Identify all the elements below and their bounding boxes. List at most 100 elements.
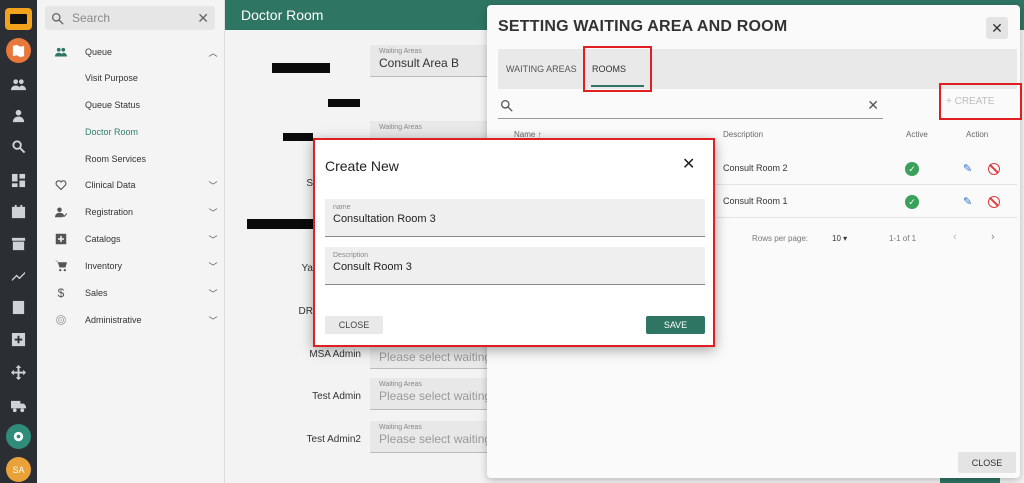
- sidebar-item-label: Sales: [85, 288, 108, 298]
- close-button[interactable]: CLOSE: [958, 452, 1016, 473]
- rows-per-page-select[interactable]: 10 ▾: [832, 234, 847, 243]
- disable-icon[interactable]: [988, 196, 1000, 208]
- trend-icon[interactable]: [6, 263, 31, 288]
- field-label: Test Admin2: [306, 434, 361, 445]
- sidebar-item-label: Registration: [85, 207, 134, 217]
- field-caption: Description: [333, 252, 369, 259]
- sidebar-item-label: Inventory: [85, 261, 123, 271]
- sidebar-subitem-room-services[interactable]: Room Services: [85, 149, 146, 169]
- redacted-label: [247, 219, 317, 229]
- calendar-icon[interactable]: [6, 199, 31, 224]
- settings-gear-icon[interactable]: [6, 424, 31, 449]
- nav-search-input[interactable]: Search: [72, 11, 197, 25]
- prev-page-icon[interactable]: ‹: [953, 231, 957, 243]
- people-icon: [37, 46, 85, 58]
- chevron-down-icon: ﹀: [208, 315, 218, 326]
- sidebar-item-administrative[interactable]: Administrative ﹀: [37, 309, 225, 331]
- sidebar-item-label: Administrative: [85, 315, 142, 325]
- icon-rail: SA: [0, 0, 37, 483]
- people-icon[interactable]: [6, 72, 31, 97]
- disable-icon[interactable]: [988, 163, 1000, 175]
- search-icon: [500, 99, 513, 112]
- highlight-box-rooms-tab: [583, 46, 652, 92]
- chevron-up-icon: ︿: [208, 47, 218, 58]
- edit-icon[interactable]: ✎: [963, 162, 972, 175]
- sidebar-item-clinical-data[interactable]: Clinical Data ﹀: [37, 174, 225, 196]
- close-icon[interactable]: ✕: [986, 17, 1008, 39]
- dollar-icon: $: [57, 286, 65, 300]
- description-field[interactable]: Description Consult Room 3: [325, 247, 705, 285]
- chevron-down-icon: ﹀: [208, 261, 218, 272]
- search-icon: [51, 12, 64, 25]
- avatar[interactable]: SA: [6, 457, 31, 482]
- pagination-range: 1-1 of 1: [889, 234, 917, 243]
- person-check-icon: [37, 206, 85, 218]
- dialog-title: SETTING WAITING AREA AND ROOM: [498, 18, 788, 35]
- move-icon[interactable]: [6, 360, 31, 385]
- chevron-down-icon: ﹀: [208, 180, 218, 191]
- sidebar-item-label: Catalogs: [85, 234, 121, 244]
- room-description: Consult Room 2: [723, 163, 788, 173]
- field-label: S: [306, 178, 313, 189]
- next-page-icon[interactable]: ›: [991, 231, 995, 243]
- plus-box-icon: [37, 233, 85, 245]
- active-check-icon: ✓: [905, 162, 919, 176]
- app-logo[interactable]: [5, 8, 32, 30]
- redacted-label: [272, 63, 330, 73]
- redacted-label: [328, 99, 360, 107]
- fingerprint-icon: [37, 314, 85, 326]
- active-check-icon: ✓: [905, 195, 919, 209]
- sidebar-subitem-doctor-room[interactable]: Doctor Room: [85, 122, 138, 142]
- column-header-action: Action: [966, 130, 989, 139]
- field-caption: name: [333, 204, 351, 211]
- store-icon[interactable]: [6, 231, 31, 256]
- sidebar-item-inventory[interactable]: Inventory ﹀: [37, 255, 225, 277]
- redacted-label: [283, 133, 313, 141]
- document-icon[interactable]: [6, 295, 31, 320]
- cancel-button[interactable]: CLOSE: [325, 316, 383, 334]
- heart-icon: [37, 179, 85, 191]
- field-label: Ya: [301, 263, 314, 274]
- field-value: Consult Room 3: [333, 261, 412, 273]
- clear-icon[interactable]: ✕: [197, 10, 209, 27]
- person-icon[interactable]: [6, 103, 31, 128]
- dropdown-icon: ▾: [843, 234, 848, 243]
- sidebar-item-queue[interactable]: Queue ︿: [37, 41, 225, 63]
- sidebar-item-label: Queue: [85, 47, 113, 57]
- field-label: DR: [298, 306, 313, 317]
- modal-title: Create New: [325, 158, 399, 174]
- rows-per-page-value: 10: [832, 234, 841, 243]
- highlight-box-create: [939, 83, 1022, 120]
- nav-search[interactable]: Search ✕: [45, 6, 215, 30]
- sidebar-item-label: Clinical Data: [85, 180, 136, 190]
- clear-icon[interactable]: ✕: [867, 97, 879, 114]
- field-label: Test Admin: [312, 391, 361, 402]
- sidebar-subitem-visit-purpose[interactable]: Visit Purpose: [85, 68, 138, 88]
- sidebar-subitem-queue-status[interactable]: Queue Status: [85, 95, 140, 115]
- sidebar-item-catalogs[interactable]: Catalogs ﹀: [37, 228, 225, 250]
- column-header-active: Active: [906, 130, 928, 139]
- search-icon[interactable]: [6, 134, 31, 159]
- tab-waiting-areas[interactable]: WAITING AREAS: [506, 49, 577, 89]
- room-description: Consult Room 1: [723, 196, 788, 206]
- edit-icon[interactable]: ✎: [963, 195, 972, 208]
- save-button[interactable]: SAVE: [646, 316, 705, 334]
- chevron-down-icon: ﹀: [208, 234, 218, 245]
- cart-icon: [37, 260, 85, 272]
- dashboard-icon[interactable]: [6, 168, 31, 193]
- sidebar-item-registration[interactable]: Registration ﹀: [37, 201, 225, 223]
- create-new-modal: Create New ✕ name Consultation Room 3 De…: [313, 138, 715, 347]
- name-field[interactable]: name Consultation Room 3: [325, 199, 705, 237]
- field-value: Consultation Room 3: [333, 213, 436, 225]
- rows-per-page-label: Rows per page:: [752, 234, 809, 243]
- truck-icon[interactable]: [6, 393, 31, 418]
- chevron-down-icon: ﹀: [208, 207, 218, 218]
- field-label: MSA Admin: [309, 349, 361, 360]
- close-icon[interactable]: ✕: [682, 154, 695, 174]
- medical-plus-icon[interactable]: [6, 327, 31, 352]
- chevron-down-icon: ﹀: [208, 288, 218, 299]
- room-search-input[interactable]: ✕: [498, 93, 883, 119]
- sidebar-item-sales[interactable]: $ Sales ﹀: [37, 282, 225, 304]
- column-header-description: Description: [723, 130, 764, 139]
- map-icon[interactable]: [6, 38, 31, 63]
